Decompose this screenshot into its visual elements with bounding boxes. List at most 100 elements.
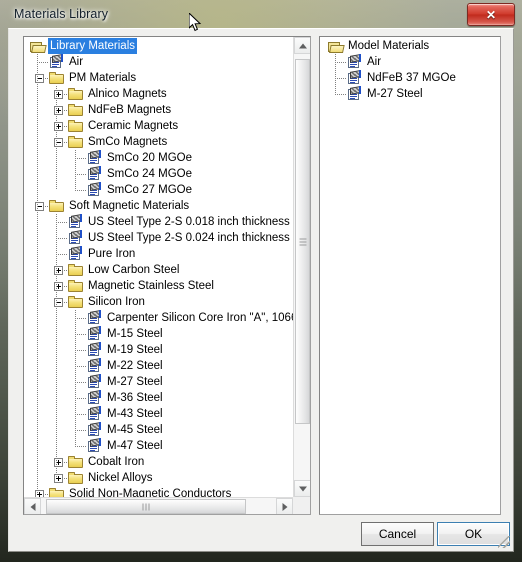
folder-icon	[68, 88, 84, 101]
tree-item[interactable]: SmCo 27 MGOe	[26, 182, 293, 198]
tree-connector	[37, 62, 49, 63]
material-icon	[87, 182, 103, 197]
material-icon	[87, 358, 103, 373]
tree-item[interactable]: M-36 Steel	[26, 390, 293, 406]
tree-item-label: Alnico Magnets	[88, 88, 167, 100]
folder-icon	[49, 200, 65, 213]
tree-item[interactable]: Ceramic Magnets	[26, 118, 293, 134]
folder-icon	[68, 120, 84, 133]
tree-item[interactable]: Air	[26, 54, 293, 70]
close-button[interactable]: ✕	[467, 3, 515, 26]
tree-item-label: M-27 Steel	[107, 376, 163, 388]
title-bar[interactable]: Materials Library ✕	[0, 0, 522, 30]
tree-item[interactable]: PM Materials	[26, 70, 293, 86]
tree-item[interactable]: SmCo 20 MGOe	[26, 150, 293, 166]
folder-icon	[68, 296, 84, 309]
tree-item[interactable]: Cobalt Iron	[26, 454, 293, 470]
tree-connector	[75, 174, 87, 175]
horizontal-scroll-thumb[interactable]	[46, 499, 246, 514]
tree-item[interactable]: M-15 Steel	[26, 326, 293, 342]
tree-item[interactable]: Solid Non-Magnetic Conductors	[26, 486, 293, 497]
model-materials-tree-panel[interactable]: Model Materials Air NdFeB 37 MGOe M-27 Stee…	[319, 36, 501, 515]
folder-icon	[68, 280, 84, 293]
folder-icon	[68, 104, 84, 117]
tree-connector	[75, 158, 87, 159]
material-icon	[87, 422, 103, 437]
material-icon	[87, 390, 103, 405]
tree-item-label: NdFeB 37 MGOe	[367, 72, 456, 84]
library-tree-vertical-scrollbar[interactable]	[293, 37, 310, 497]
folder-icon	[68, 264, 84, 277]
tree-item-label: US Steel Type 2-S 0.018 inch thickness	[88, 216, 290, 228]
tree-item[interactable]: Pure Iron	[26, 246, 293, 262]
tree-connector	[335, 78, 347, 79]
tree-item[interactable]: NdFeB Magnets	[26, 102, 293, 118]
tree-item-label: SmCo Magnets	[88, 136, 168, 148]
model-tree-viewport: Model Materials Air NdFeB 37 MGOe M-27 Stee…	[320, 37, 500, 514]
tree-item[interactable]: Model Materials	[324, 38, 500, 54]
vertical-scroll-thumb[interactable]	[295, 59, 310, 424]
library-tree-horizontal-scrollbar[interactable]	[24, 497, 293, 514]
scroll-up-arrow-icon	[298, 43, 307, 48]
tree-item[interactable]: Low Carbon Steel	[26, 262, 293, 278]
tree-item-label: Magnetic Stainless Steel	[88, 280, 214, 292]
tree-item[interactable]: M-27 Steel	[324, 86, 500, 102]
material-icon	[347, 54, 363, 69]
resize-grip[interactable]	[498, 536, 510, 548]
tree-connector	[335, 94, 347, 95]
tree-connector	[75, 366, 87, 367]
tree-item-label: M-22 Steel	[107, 360, 163, 372]
library-materials-tree[interactable]: Library Materials Air PM Materials Alnico M…	[26, 38, 293, 497]
tree-item-label: M-43 Steel	[107, 408, 163, 420]
tree-connector	[56, 222, 68, 223]
tree-item[interactable]: M-22 Steel	[26, 358, 293, 374]
tree-item[interactable]: Soft Magnetic Materials	[26, 198, 293, 214]
tree-item[interactable]: M-45 Steel	[26, 422, 293, 438]
tree-connector	[75, 446, 87, 447]
material-icon	[347, 70, 363, 85]
folder-icon	[68, 472, 84, 485]
tree-connector	[56, 238, 68, 239]
tree-item[interactable]: US Steel Type 2-S 0.024 inch thickness	[26, 230, 293, 246]
tree-item[interactable]: Magnetic Stainless Steel	[26, 278, 293, 294]
tree-item-label: Low Carbon Steel	[88, 264, 180, 276]
scroll-up-button[interactable]	[294, 37, 310, 54]
tree-item[interactable]: Alnico Magnets	[26, 86, 293, 102]
tree-item[interactable]: M-47 Steel	[26, 438, 293, 454]
tree-item[interactable]: M-19 Steel	[26, 342, 293, 358]
tree-item-label: M-45 Steel	[107, 424, 163, 436]
tree-item[interactable]: US Steel Type 2-S 0.018 inch thickness	[26, 214, 293, 230]
tree-item[interactable]: M-43 Steel	[26, 406, 293, 422]
tree-item[interactable]: NdFeB 37 MGOe	[324, 70, 500, 86]
tree-item[interactable]: SmCo Magnets	[26, 134, 293, 150]
tree-connector	[75, 430, 87, 431]
tree-item-label: Air	[367, 56, 382, 68]
scroll-right-button[interactable]	[276, 498, 293, 514]
folder-icon	[49, 488, 65, 497]
library-materials-tree-panel[interactable]: Library Materials Air PM Materials Alnico M…	[23, 36, 311, 515]
tree-item-label: SmCo 27 MGOe	[107, 184, 192, 196]
cancel-button[interactable]: Cancel	[361, 522, 434, 546]
close-icon: ✕	[485, 7, 497, 22]
tree-item-label: M-47 Steel	[107, 440, 163, 452]
material-icon	[87, 374, 103, 389]
tree-item[interactable]: SmCo 24 MGOe	[26, 166, 293, 182]
scroll-left-button[interactable]	[24, 498, 41, 514]
tree-item-label: M-15 Steel	[107, 328, 163, 340]
material-icon	[49, 54, 65, 69]
tree-item-label: M-19 Steel	[107, 344, 163, 356]
material-icon	[68, 230, 84, 245]
tree-item[interactable]: Silicon Iron	[26, 294, 293, 310]
scroll-down-button[interactable]	[294, 480, 310, 497]
tree-item-label: Model Materials	[348, 40, 430, 52]
model-materials-tree[interactable]: Model Materials Air NdFeB 37 MGOe M-27 Stee…	[324, 38, 500, 102]
folder-icon	[49, 72, 65, 85]
tree-item[interactable]: Carpenter Silicon Core Iron "A", 1066C	[26, 310, 293, 326]
folder-icon	[68, 136, 84, 149]
tree-item[interactable]: Air	[324, 54, 500, 70]
tree-item[interactable]: M-27 Steel	[26, 374, 293, 390]
tree-item[interactable]: Library Materials	[26, 38, 293, 54]
material-icon	[87, 438, 103, 453]
scroll-left-arrow-icon	[30, 502, 35, 511]
tree-item[interactable]: Nickel Alloys	[26, 470, 293, 486]
